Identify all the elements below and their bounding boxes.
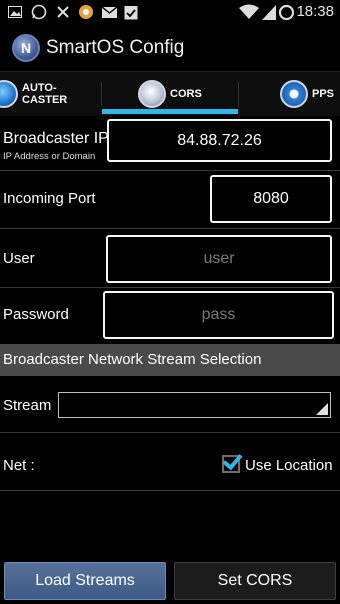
broadcaster-ip-label: Broadcaster IP [3,130,109,147]
image-icon [6,3,24,21]
app-logo-icon[interactable]: N [12,34,40,62]
stream-selection-header: Broadcaster Network Stream Selection [0,344,340,376]
tab-separator [101,82,102,106]
divider [0,432,340,433]
password-field[interactable]: pass [103,291,334,339]
tab-separator [238,82,239,106]
status-bar: 18:38 [0,0,340,24]
password-label: Password [3,306,69,323]
whatsapp-icon [30,3,48,21]
tab-autocaster[interactable]: AUTO- CASTER [0,72,67,116]
tab-selected-indicator [102,109,238,114]
mail-icon [100,3,118,21]
signal-icon [260,3,278,21]
use-location-checkbox[interactable] [222,455,240,473]
incoming-port-field[interactable]: 8080 [210,175,332,223]
net-label: Net : [3,457,35,474]
set-cors-button[interactable]: Set CORS [174,562,336,600]
pps-icon [280,80,308,108]
tab-pps[interactable]: PPS [280,72,334,116]
clipboard-check-icon [122,3,140,21]
autocaster-icon [0,80,18,108]
broadcaster-ip-hint: IP Address or Domain [3,151,96,162]
app-title: SmartOS Config [46,37,185,58]
user-label: User [3,250,35,267]
user-field[interactable]: user [106,235,332,283]
divider [0,287,340,288]
tab-label: CORS [170,88,202,100]
app-icon [77,3,95,21]
tab-label: AUTO- CASTER [22,82,68,106]
usb-icon [54,3,72,21]
divider [0,170,340,171]
incoming-port-label: Incoming Port [3,190,96,207]
broadcaster-ip-field[interactable]: 84.88.72.26 [107,119,332,162]
stream-label: Stream [3,397,52,414]
cors-globe-icon [138,80,166,108]
wifi-icon [238,3,260,21]
clock: 18:38 [296,3,334,20]
dropdown-arrow-icon [316,403,328,415]
divider [0,490,340,491]
divider [0,228,340,229]
sync-icon [277,3,295,21]
stream-dropdown[interactable] [58,392,331,418]
tab-label: PPS [312,88,335,100]
load-streams-button[interactable]: Load Streams [4,562,166,600]
action-bar: N SmartOS Config [0,24,340,72]
use-location-label[interactable]: Use Location [245,457,333,474]
